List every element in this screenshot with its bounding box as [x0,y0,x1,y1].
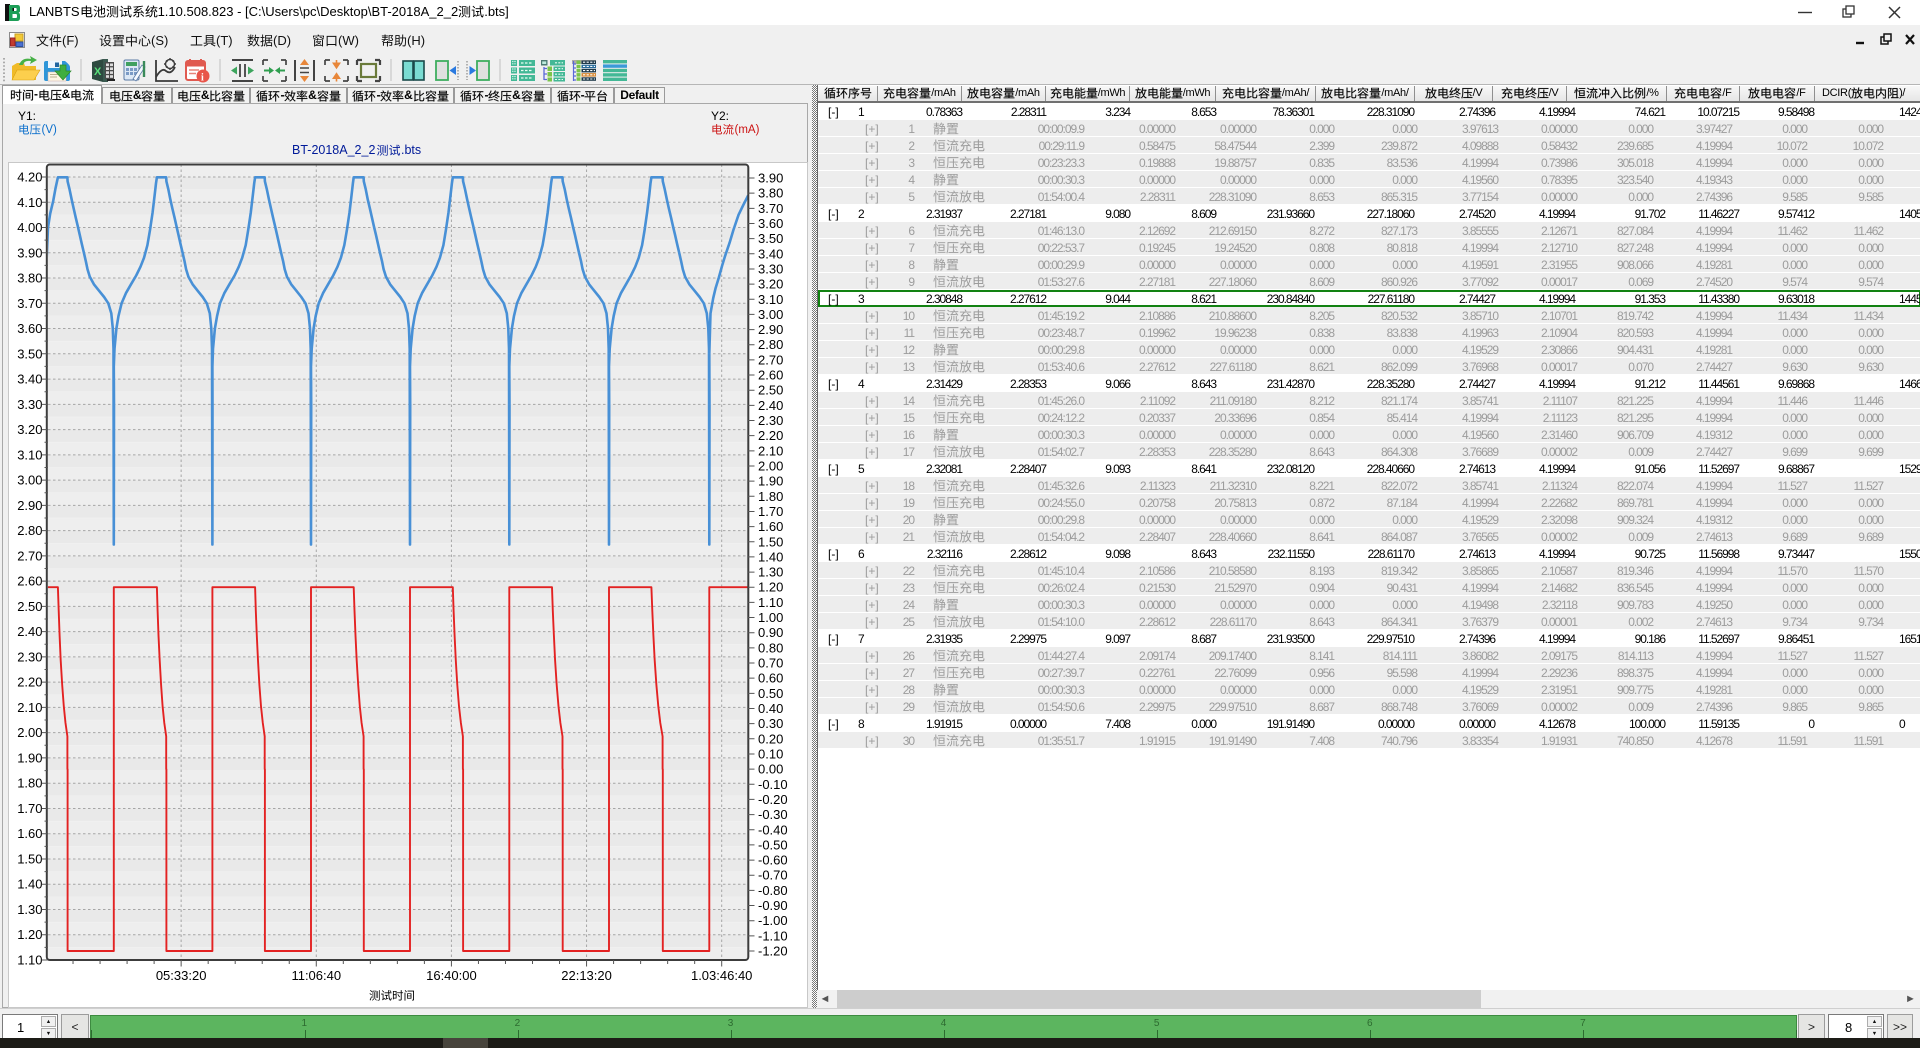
svg-text:1.20: 1.20 [17,927,42,942]
svg-text:4.00: 4.00 [17,220,42,235]
svg-text:-0.40: -0.40 [758,822,788,837]
svg-text:.bts: .bts [401,143,421,157]
svg-text:0.00: 0.00 [758,762,783,777]
svg-text:3.50: 3.50 [758,231,783,246]
svg-text:(V): (V) [42,124,58,136]
svg-text:2.60: 2.60 [17,574,42,589]
svg-text:2.40: 2.40 [17,624,42,639]
svg-text:22:13:20: 22:13:20 [561,968,612,983]
svg-text:-0.50: -0.50 [758,837,788,852]
svg-text:3.10: 3.10 [758,292,783,307]
svg-text:2.70: 2.70 [758,352,783,367]
svg-text:1.90: 1.90 [758,474,783,489]
svg-text:3.60: 3.60 [17,321,42,336]
svg-text:3.30: 3.30 [758,261,783,276]
svg-text:2.20: 2.20 [17,675,42,690]
svg-text:1.60: 1.60 [17,826,42,841]
svg-text:2.40: 2.40 [758,398,783,413]
svg-text:0.50: 0.50 [758,686,783,701]
svg-text:-0.60: -0.60 [758,853,788,868]
svg-text:3.90: 3.90 [17,245,42,260]
svg-text:2.20: 2.20 [758,428,783,443]
svg-text:3.00: 3.00 [758,307,783,322]
svg-text:3.00: 3.00 [17,473,42,488]
svg-text:1.03:46:40: 1.03:46:40 [691,968,752,983]
svg-text:2.80: 2.80 [758,337,783,352]
svg-text:BT-2018A_2_2: BT-2018A_2_2 [292,143,375,157]
svg-text:1.80: 1.80 [17,776,42,791]
svg-text:(mA): (mA) [735,124,760,136]
svg-text:2.50: 2.50 [758,383,783,398]
svg-text:2.30: 2.30 [758,413,783,428]
svg-text:3.80: 3.80 [17,271,42,286]
svg-text:0.30: 0.30 [758,716,783,731]
svg-text:Y2:: Y2: [711,109,729,123]
svg-text:1.60: 1.60 [758,519,783,534]
svg-text:3.40: 3.40 [17,372,42,387]
svg-text:-0.10: -0.10 [758,777,788,792]
svg-text:3.80: 3.80 [758,186,783,201]
svg-text:0.80: 0.80 [758,640,783,655]
svg-text:2.90: 2.90 [17,498,42,513]
svg-text:2.90: 2.90 [758,322,783,337]
svg-text:3.20: 3.20 [758,277,783,292]
svg-text:1.50: 1.50 [17,851,42,866]
svg-text:1.80: 1.80 [758,489,783,504]
svg-text:-0.30: -0.30 [758,807,788,822]
svg-text:Y1:: Y1: [18,109,36,123]
svg-text:1.50: 1.50 [758,534,783,549]
svg-text:-1.00: -1.00 [758,913,788,928]
svg-text:-1.20: -1.20 [758,944,788,959]
svg-text:3.10: 3.10 [17,447,42,462]
svg-text:2.00: 2.00 [758,458,783,473]
svg-text:-0.90: -0.90 [758,898,788,913]
svg-text:1.90: 1.90 [17,750,42,765]
svg-text:2.70: 2.70 [17,548,42,563]
svg-text:3.70: 3.70 [758,201,783,216]
svg-text:0.90: 0.90 [758,625,783,640]
svg-text:2.80: 2.80 [17,523,42,538]
svg-text:1.00: 1.00 [758,610,783,625]
svg-text:2.60: 2.60 [758,368,783,383]
svg-text:1.30: 1.30 [17,902,42,917]
svg-text:-0.80: -0.80 [758,883,788,898]
svg-text:2.10: 2.10 [17,700,42,715]
svg-text:11:06:40: 11:06:40 [291,968,341,983]
svg-text:-0.20: -0.20 [758,792,788,807]
svg-text:3.60: 3.60 [758,216,783,231]
svg-text:1.10: 1.10 [17,952,42,967]
svg-text:1.30: 1.30 [758,565,783,580]
svg-text:3.90: 3.90 [758,171,783,186]
svg-text:16:40:00: 16:40:00 [426,968,477,983]
svg-text:4.10: 4.10 [17,195,42,210]
svg-text:05:33:20: 05:33:20 [156,968,207,983]
svg-text:0.60: 0.60 [758,671,783,686]
svg-text:-1.10: -1.10 [758,928,788,943]
svg-text:1.10: 1.10 [758,595,783,610]
svg-text:0.20: 0.20 [758,731,783,746]
svg-text:-0.70: -0.70 [758,868,788,883]
svg-text:0.70: 0.70 [758,656,783,671]
svg-text:3.40: 3.40 [758,246,783,261]
svg-text:X: X [94,66,102,78]
svg-text:i: i [201,73,204,84]
svg-text:3.50: 3.50 [17,346,42,361]
svg-text:3.30: 3.30 [17,397,42,412]
svg-text:2.00: 2.00 [17,725,42,740]
svg-text:0.10: 0.10 [758,746,783,761]
svg-text:3.20: 3.20 [17,422,42,437]
svg-text:2.50: 2.50 [17,599,42,614]
svg-text:0.40: 0.40 [758,701,783,716]
svg-text:4.20: 4.20 [17,170,42,185]
svg-text:1.20: 1.20 [758,580,783,595]
svg-text:1.70: 1.70 [17,801,42,816]
svg-text:1.40: 1.40 [758,549,783,564]
svg-text:1.40: 1.40 [17,877,42,892]
svg-text:2.10: 2.10 [758,443,783,458]
svg-text:3.70: 3.70 [17,296,42,311]
svg-text:1.70: 1.70 [758,504,783,519]
svg-text:2.30: 2.30 [17,649,42,664]
